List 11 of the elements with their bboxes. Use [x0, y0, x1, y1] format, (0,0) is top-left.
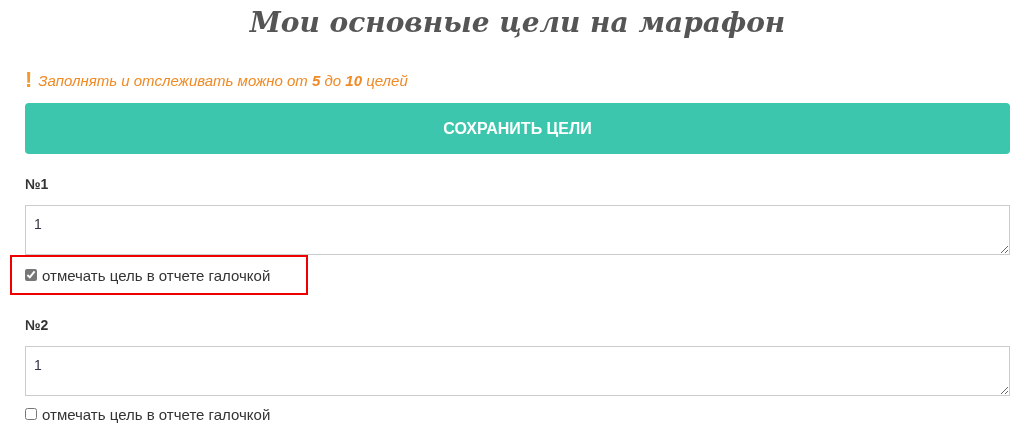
goal-input-field[interactable]: 1 [25, 346, 1010, 396]
goal-input-field[interactable]: 1 [25, 205, 1010, 255]
warning-icon: ! [25, 67, 33, 93]
notice-text: Заполнять и отслеживать можно от 5 до 10 целей [38, 71, 408, 89]
checkbox-label: отмечать цель в отчете галочкой [42, 266, 271, 284]
goal-label: №2 [25, 317, 50, 335]
page-title: Мои основные цели на марафон [248, 5, 787, 41]
checkbox[interactable] [25, 269, 37, 281]
goal-label: №1 [25, 176, 50, 194]
checkbox-label: отмечать цель в отчете галочкой [42, 405, 271, 423]
checkbox[interactable] [25, 408, 37, 420]
